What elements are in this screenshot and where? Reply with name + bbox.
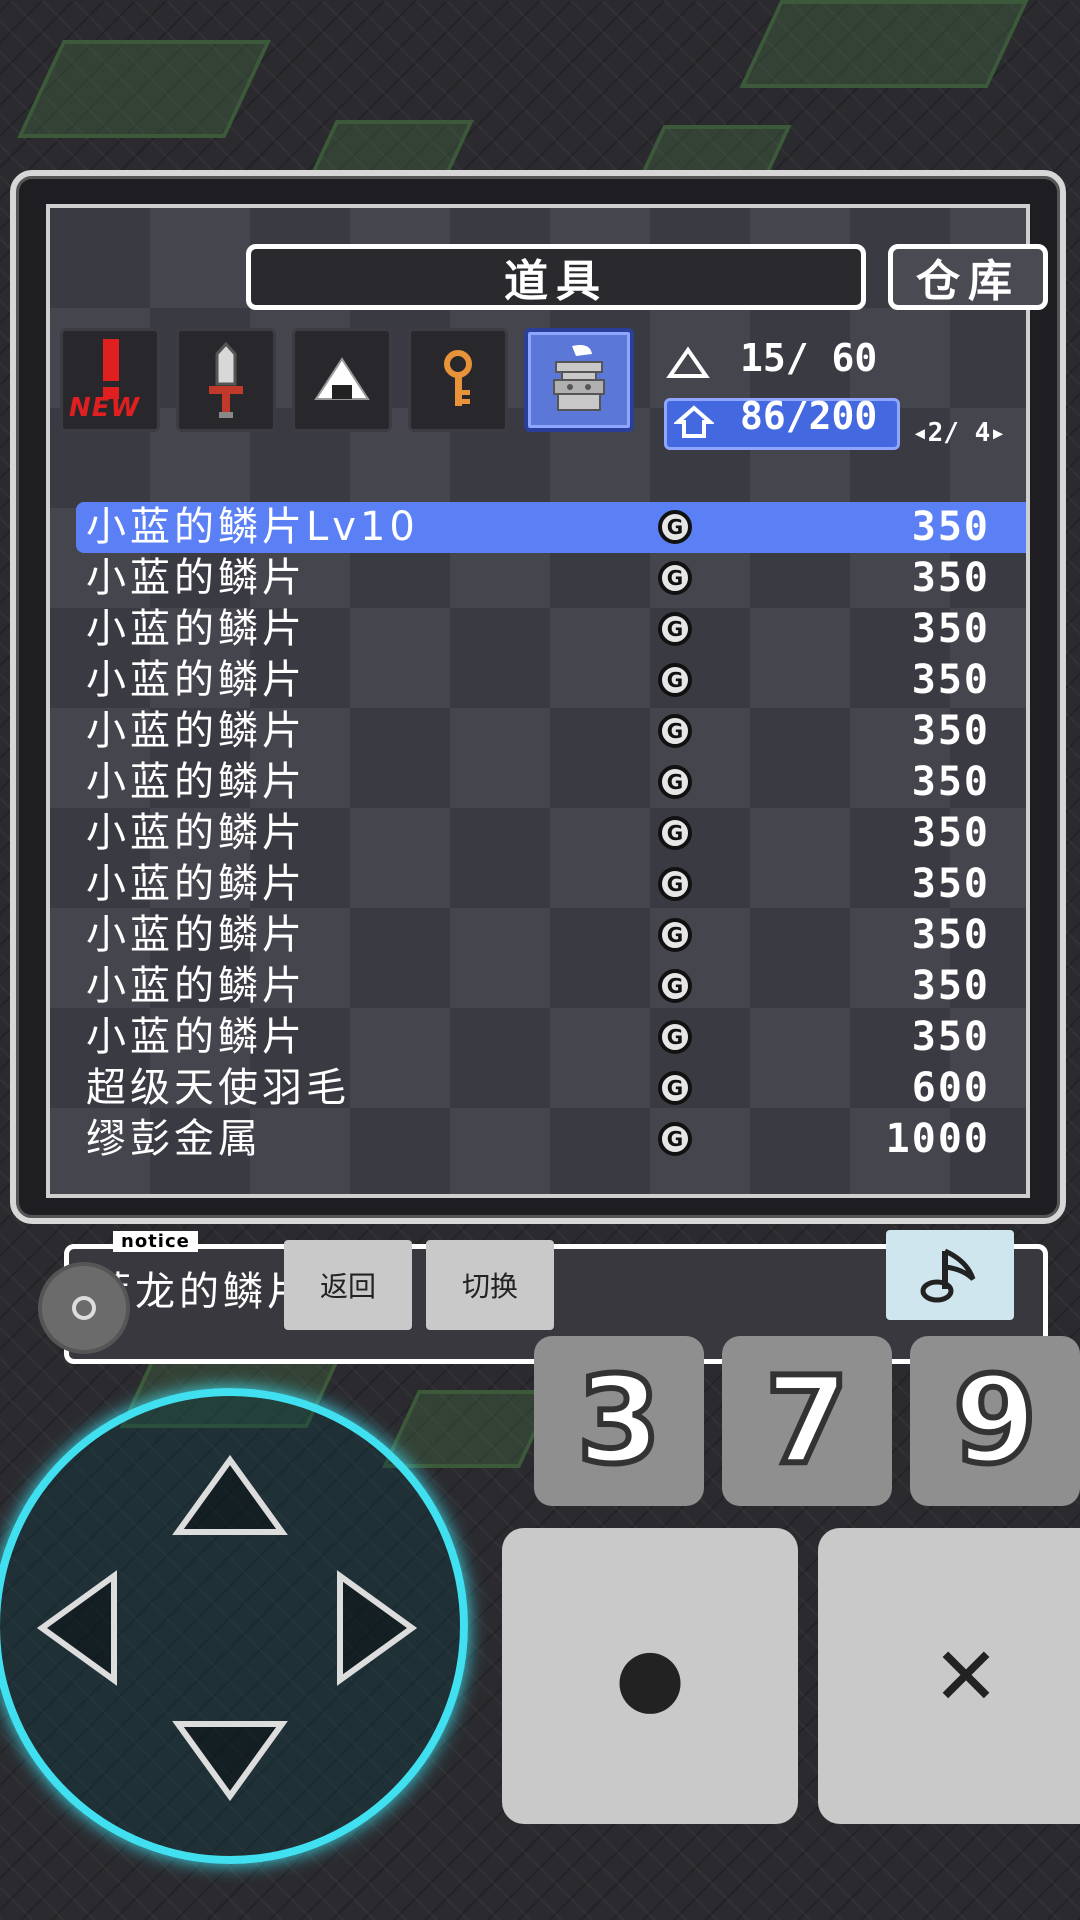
item-price: 350 xyxy=(911,657,990,703)
coin-icon: G xyxy=(658,714,692,748)
item-name: 小蓝的鳞片 xyxy=(86,759,306,805)
bg-tile xyxy=(381,1390,557,1468)
dpad xyxy=(0,1388,468,1864)
dpad-down-arrow-icon[interactable] xyxy=(168,1714,292,1804)
cancel-button[interactable]: ✕ xyxy=(818,1528,1080,1824)
item-row[interactable]: 小蓝的鳞片 G 350 xyxy=(76,961,1026,1012)
coin-icon: G xyxy=(658,1020,692,1054)
riceball-icon xyxy=(314,357,370,400)
hotkey-7-button[interactable]: 7 xyxy=(722,1336,892,1506)
item-price: 350 xyxy=(911,759,990,805)
item-price: 350 xyxy=(911,555,990,601)
coin-icon: G xyxy=(658,969,692,1003)
item-price: 350 xyxy=(911,963,990,1009)
circle-icon: ● xyxy=(615,1629,685,1723)
storage-button[interactable]: 仓库 xyxy=(888,244,1048,310)
item-row[interactable]: 小蓝的鳞片 G 350 xyxy=(76,910,1026,961)
page-number: 2/ 4 xyxy=(927,418,991,448)
tab-new[interactable]: NEW xyxy=(60,328,160,432)
dpad-left-arrow-icon[interactable] xyxy=(34,1566,124,1690)
item-row[interactable]: 小蓝的鳞片 G 350 xyxy=(76,757,1026,808)
item-row[interactable]: 小蓝的鳞片 G 350 xyxy=(76,1012,1026,1063)
item-row[interactable]: 超级天使羽毛 G 600 xyxy=(76,1063,1026,1114)
item-price: 350 xyxy=(911,861,990,907)
tab-food[interactable] xyxy=(292,328,392,432)
item-price: 1000 xyxy=(885,1116,990,1162)
music-note-icon xyxy=(920,1248,976,1303)
tab-materials[interactable] xyxy=(524,328,634,432)
food-capacity-icon xyxy=(666,346,710,378)
notice-label: notice xyxy=(113,1231,198,1252)
new-label: NEW xyxy=(69,393,141,423)
item-row[interactable]: 小蓝的鳞片 G 350 xyxy=(76,655,1026,706)
item-name: 小蓝的鳞片 xyxy=(86,708,306,754)
switch-button[interactable]: 切换 xyxy=(426,1240,554,1330)
dpad-up-arrow-icon[interactable] xyxy=(168,1452,292,1542)
confirm-button[interactable]: ● xyxy=(502,1528,798,1824)
page-indicator: ◂2/ 4▸ xyxy=(912,418,1006,448)
item-capacity-icon xyxy=(674,405,714,438)
item-price: 350 xyxy=(911,1014,990,1060)
bg-tile xyxy=(17,40,271,138)
item-price: 350 xyxy=(911,810,990,856)
coin-icon: G xyxy=(658,1122,692,1156)
item-row[interactable]: 小蓝的鳞片 G 350 xyxy=(76,604,1026,655)
item-name: 缪彭金属 xyxy=(86,1116,262,1162)
page-next-arrow[interactable]: ▸ xyxy=(990,418,1006,448)
item-name: 小蓝的鳞片 xyxy=(86,963,306,1009)
item-name: 小蓝的鳞片 xyxy=(86,1014,306,1060)
item-row[interactable]: 小蓝的鳞片 G 350 xyxy=(76,808,1026,859)
item-price: 350 xyxy=(911,606,990,652)
tab-weapons[interactable] xyxy=(176,328,276,432)
window-title: 道具 xyxy=(246,244,866,310)
gear-icon xyxy=(72,1296,96,1320)
item-list: 小蓝的鳞片Lv10 G 350 小蓝的鳞片 G 350 小蓝的鳞片 G 350 小蓝的鳞片 G 350… xyxy=(76,502,1026,1165)
item-name: 小蓝的鳞片 xyxy=(86,606,306,652)
back-button[interactable]: 返回 xyxy=(284,1240,412,1330)
inventory-window: 道具 仓库 NEW 15/ 60 86/200 ◂2/ 4▸ 小蓝的鳞片Lv10… xyxy=(10,170,1066,1364)
tab-keys[interactable] xyxy=(408,328,508,432)
hotkey-9-button[interactable]: 9 xyxy=(910,1336,1080,1506)
item-row[interactable]: 缪彭金属 G 1000 xyxy=(76,1114,1026,1165)
food-counter: 15/ 60 xyxy=(740,336,878,380)
sword-icon xyxy=(209,341,243,418)
coin-icon: G xyxy=(658,561,692,595)
item-row[interactable]: 小蓝的鳞片 G 350 xyxy=(76,553,1026,604)
item-price: 350 xyxy=(911,708,990,754)
dpad-right-arrow-icon[interactable] xyxy=(330,1566,420,1690)
item-name: 小蓝的鳞片 xyxy=(86,657,306,703)
item-name: 小蓝的鳞片Lv10 xyxy=(86,504,419,550)
item-name: 小蓝的鳞片 xyxy=(86,912,306,958)
item-counter: 86/200 xyxy=(740,394,878,438)
music-button[interactable] xyxy=(886,1230,1014,1320)
coin-icon: G xyxy=(658,867,692,901)
coin-icon: G xyxy=(658,663,692,697)
bg-tile xyxy=(739,0,1029,88)
coin-icon: G xyxy=(658,765,692,799)
item-price: 350 xyxy=(911,504,990,550)
item-price: 600 xyxy=(911,1065,990,1111)
jar-icon xyxy=(553,345,605,411)
item-row[interactable]: 小蓝的鳞片 G 350 xyxy=(76,859,1026,910)
settings-button[interactable] xyxy=(38,1262,130,1354)
hotkey-3-button[interactable]: 3 xyxy=(534,1336,704,1506)
coin-icon: G xyxy=(658,1071,692,1105)
key-icon xyxy=(444,350,472,406)
item-row[interactable]: 小蓝的鳞片Lv10 G 350 xyxy=(76,502,1026,553)
page-prev-arrow[interactable]: ◂ xyxy=(912,418,928,448)
coin-icon: G xyxy=(658,816,692,850)
coin-icon: G xyxy=(658,918,692,952)
cross-icon: ✕ xyxy=(932,1629,1000,1723)
item-name: 小蓝的鳞片 xyxy=(86,810,306,856)
coin-icon: G xyxy=(658,510,692,544)
item-name: 小蓝的鳞片 xyxy=(86,861,306,907)
exclamation-icon xyxy=(103,339,119,381)
item-name: 小蓝的鳞片 xyxy=(86,555,306,601)
item-row[interactable]: 小蓝的鳞片 G 350 xyxy=(76,706,1026,757)
coin-icon: G xyxy=(658,612,692,646)
item-name: 超级天使羽毛 xyxy=(86,1065,350,1111)
item-price: 350 xyxy=(911,912,990,958)
